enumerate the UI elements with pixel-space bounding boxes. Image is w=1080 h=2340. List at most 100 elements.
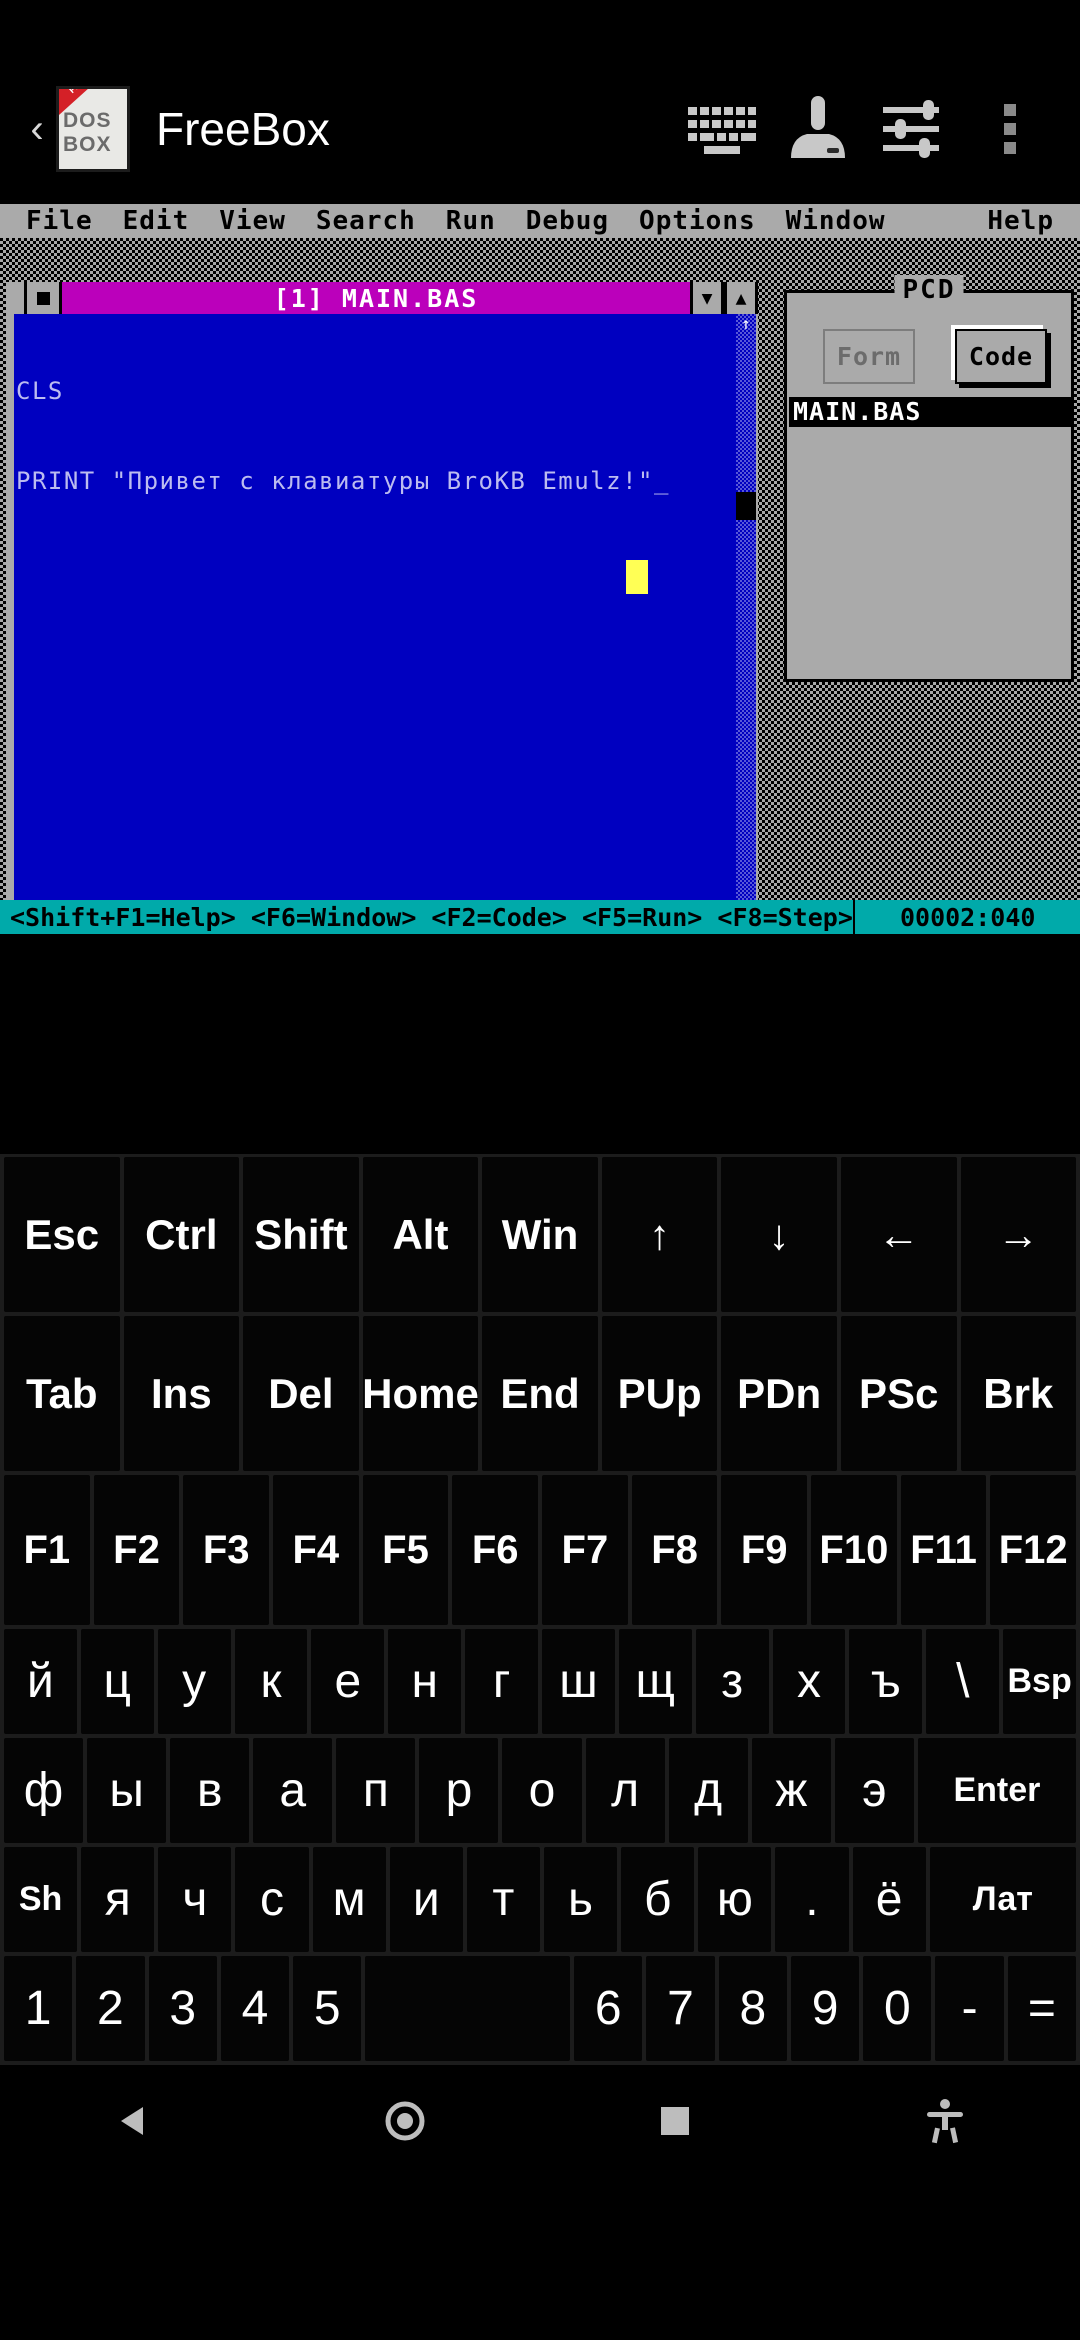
dosbox-screen[interactable]: File Edit View Search Run Debug Options … bbox=[0, 204, 1080, 934]
key-7[interactable]: 7 bbox=[646, 1956, 715, 2061]
key-ц[interactable]: ц bbox=[80, 1629, 154, 1734]
key-б[interactable]: б bbox=[621, 1847, 695, 1952]
key-PSc[interactable]: PSc bbox=[840, 1316, 957, 1471]
menu-item-edit[interactable]: Edit bbox=[123, 206, 190, 236]
key-F1[interactable]: F1 bbox=[4, 1475, 90, 1625]
key-F8[interactable]: F8 bbox=[631, 1475, 718, 1625]
key-г[interactable]: г bbox=[465, 1629, 539, 1734]
key-з[interactable]: з bbox=[695, 1629, 769, 1734]
key-←[interactable]: ← bbox=[840, 1157, 957, 1312]
key-Alt[interactable]: Alt bbox=[362, 1157, 479, 1312]
key-ъ[interactable]: ъ bbox=[849, 1629, 923, 1734]
key-Ctrl[interactable]: Ctrl bbox=[123, 1157, 240, 1312]
close-icon[interactable] bbox=[24, 282, 62, 314]
key-PUp[interactable]: PUp bbox=[601, 1316, 718, 1471]
key-ф[interactable]: ф bbox=[4, 1738, 84, 1843]
key-у[interactable]: у bbox=[157, 1629, 231, 1734]
key-F11[interactable]: F11 bbox=[900, 1475, 987, 1625]
key-End[interactable]: End bbox=[482, 1316, 598, 1471]
key-\[interactable]: \ bbox=[926, 1629, 1000, 1734]
window-restore-icon[interactable]: ▼ bbox=[690, 282, 724, 314]
on-screen-keyboard[interactable]: Esc Ctrl Shift Alt Win ↑ ↓ ← → Tab Ins Del Home End PU… bbox=[0, 1154, 1080, 2065]
key--[interactable]: - bbox=[935, 1956, 1004, 2061]
key-F2[interactable]: F2 bbox=[93, 1475, 180, 1625]
pcd-panel[interactable]: PCD Form Code MAIN.BAS bbox=[784, 275, 1074, 682]
key-F10[interactable]: F10 bbox=[811, 1475, 897, 1625]
key-F7[interactable]: F7 bbox=[542, 1475, 628, 1625]
key-ю[interactable]: ю bbox=[698, 1847, 772, 1952]
menu-item-run[interactable]: Run bbox=[446, 206, 496, 236]
key-Ins[interactable]: Ins bbox=[123, 1316, 240, 1471]
key-.[interactable]: . bbox=[775, 1847, 849, 1952]
key-щ[interactable]: щ bbox=[618, 1629, 692, 1734]
key-р[interactable]: р bbox=[419, 1738, 499, 1843]
key-Win[interactable]: Win bbox=[482, 1157, 598, 1312]
key-=[interactable]: = bbox=[1007, 1956, 1076, 2061]
key-5[interactable]: 5 bbox=[293, 1956, 362, 2061]
menu-item-view[interactable]: View bbox=[219, 206, 286, 236]
form-button[interactable]: Form bbox=[823, 329, 915, 384]
vscroll-thumb[interactable] bbox=[736, 492, 756, 520]
key-→[interactable]: → bbox=[960, 1157, 1077, 1312]
key-я[interactable]: я bbox=[81, 1847, 155, 1952]
code-editor-area[interactable]: CLS PRINT "Привет с клавиатуры BroKB Emu… bbox=[14, 314, 742, 934]
key-х[interactable]: х bbox=[772, 1629, 846, 1734]
key-4[interactable]: 4 bbox=[220, 1956, 290, 2061]
key-л[interactable]: л bbox=[585, 1738, 665, 1843]
key-с[interactable]: с bbox=[235, 1847, 309, 1952]
editor-window[interactable]: [1] MAIN.BAS ▼ ▲ CLS PRINT "Привет с кла… bbox=[6, 282, 758, 934]
list-item[interactable]: MAIN.BAS bbox=[789, 397, 1071, 427]
key-Home[interactable]: Home bbox=[362, 1316, 479, 1471]
key-↓[interactable]: ↓ bbox=[721, 1157, 837, 1312]
key-ж[interactable]: ж bbox=[751, 1738, 831, 1843]
key-Лат[interactable]: Лат bbox=[929, 1847, 1076, 1952]
key-к[interactable]: к bbox=[234, 1629, 308, 1734]
key-е[interactable]: е bbox=[311, 1629, 385, 1734]
key-PDn[interactable]: PDn bbox=[721, 1316, 837, 1471]
key-3[interactable]: 3 bbox=[148, 1956, 217, 2061]
key-ы[interactable]: ы bbox=[87, 1738, 167, 1843]
key-9[interactable]: 9 bbox=[790, 1956, 860, 2061]
key-1[interactable]: 1 bbox=[4, 1956, 73, 2061]
key-F12[interactable]: F12 bbox=[990, 1475, 1077, 1625]
key-8[interactable]: 8 bbox=[718, 1956, 787, 2061]
key-6[interactable]: 6 bbox=[574, 1956, 643, 2061]
menu-item-file[interactable]: File bbox=[26, 206, 93, 236]
back-button[interactable]: ‹ bbox=[22, 109, 52, 149]
key-й[interactable]: й bbox=[4, 1629, 77, 1734]
menu-item-options[interactable]: Options bbox=[639, 206, 756, 236]
android-nav-bar[interactable] bbox=[0, 2065, 1080, 2177]
sliders-icon[interactable] bbox=[866, 81, 962, 177]
dos-menu-bar[interactable]: File Edit View Search Run Debug Options … bbox=[0, 204, 1080, 238]
key-Esc[interactable]: Esc bbox=[4, 1157, 120, 1312]
key-ч[interactable]: ч bbox=[158, 1847, 232, 1952]
key-ь[interactable]: ь bbox=[543, 1847, 618, 1952]
menu-item-debug[interactable]: Debug bbox=[526, 206, 609, 236]
editor-title-bar[interactable]: [1] MAIN.BAS ▼ ▲ bbox=[6, 282, 758, 314]
key-space[interactable] bbox=[365, 1956, 571, 2061]
scroll-up-icon[interactable]: ↑ bbox=[736, 314, 756, 333]
key-Del[interactable]: Del bbox=[243, 1316, 359, 1471]
key-и[interactable]: и bbox=[389, 1847, 463, 1952]
key-н[interactable]: н bbox=[388, 1629, 462, 1734]
key-ш[interactable]: ш bbox=[542, 1629, 615, 1734]
key-Bsp[interactable]: Bsp bbox=[1003, 1629, 1077, 1734]
code-button[interactable]: Code bbox=[955, 329, 1047, 384]
nav-back-icon[interactable] bbox=[75, 2099, 195, 2143]
menu-item-help[interactable]: Help bbox=[987, 206, 1054, 236]
key-↑[interactable]: ↑ bbox=[601, 1157, 718, 1312]
key-э[interactable]: э bbox=[834, 1738, 914, 1843]
key-Brk[interactable]: Brk bbox=[960, 1316, 1077, 1471]
key-м[interactable]: м bbox=[312, 1847, 386, 1952]
key-Tab[interactable]: Tab bbox=[4, 1316, 120, 1471]
nav-recents-icon[interactable] bbox=[615, 2101, 735, 2141]
key-0[interactable]: 0 bbox=[863, 1956, 932, 2061]
key-2[interactable]: 2 bbox=[76, 1956, 145, 2061]
keyboard-icon[interactable] bbox=[674, 81, 770, 177]
key-д[interactable]: д bbox=[668, 1738, 748, 1843]
key-п[interactable]: п bbox=[336, 1738, 416, 1843]
window-maximize-icon[interactable]: ▲ bbox=[724, 282, 758, 314]
nav-home-icon[interactable] bbox=[345, 2097, 465, 2145]
key-ё[interactable]: ё bbox=[852, 1847, 926, 1952]
editor-vertical-scrollbar[interactable]: ↑ ↓ bbox=[736, 314, 756, 934]
